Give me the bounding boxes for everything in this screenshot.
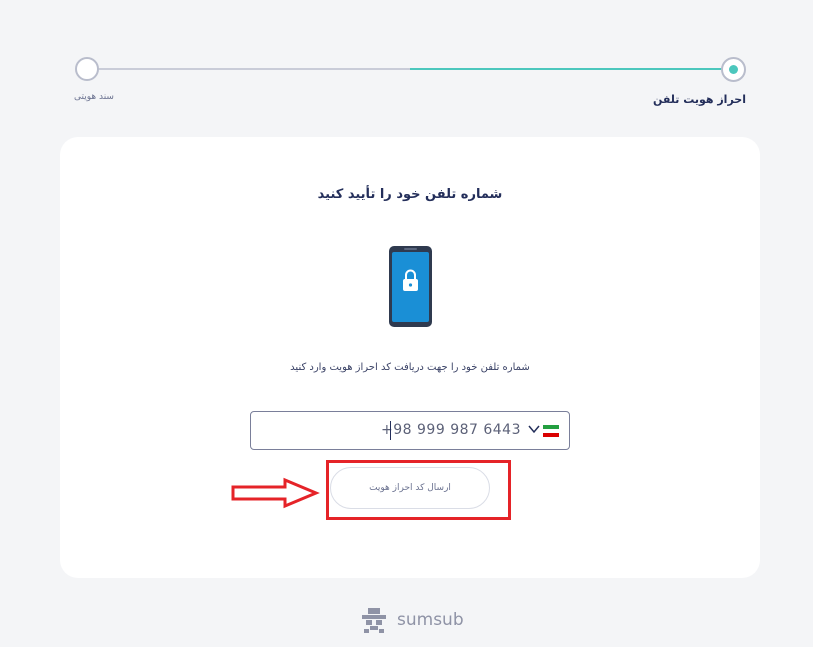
stepper-line-pending: [98, 68, 410, 70]
phone-lock-icon: [389, 246, 432, 327]
annotation-highlight-box: [326, 460, 511, 520]
stepper-line-active: [410, 68, 722, 70]
phone-number-value: +98 999 987 6443: [381, 422, 521, 438]
step-indicator-phone: [721, 57, 746, 82]
sumsub-logo-text: sumsub: [397, 610, 464, 630]
step-indicator-document: [75, 57, 99, 81]
right-arrow-annotation-icon: [231, 477, 320, 509]
text-cursor: [390, 421, 391, 440]
phone-number-input[interactable]: +98 999 987 6443: [250, 411, 570, 450]
progress-stepper: سند هویتی احراز هویت تلفن: [0, 0, 813, 120]
card-description: شماره تلفن خود را جهت دریافت کد احراز هو…: [290, 362, 530, 373]
card-title: شماره تلفن خود را تأیید کنید: [317, 187, 503, 202]
chevron-down-icon[interactable]: [528, 422, 540, 436]
step-label-phone: احراز هویت تلفن: [652, 93, 746, 106]
sumsub-logo: sumsub: [360, 606, 470, 636]
iran-flag-icon[interactable]: [543, 425, 559, 437]
step-label-document: سند هویتی: [74, 92, 114, 102]
sumsub-logo-icon: [362, 608, 386, 633]
